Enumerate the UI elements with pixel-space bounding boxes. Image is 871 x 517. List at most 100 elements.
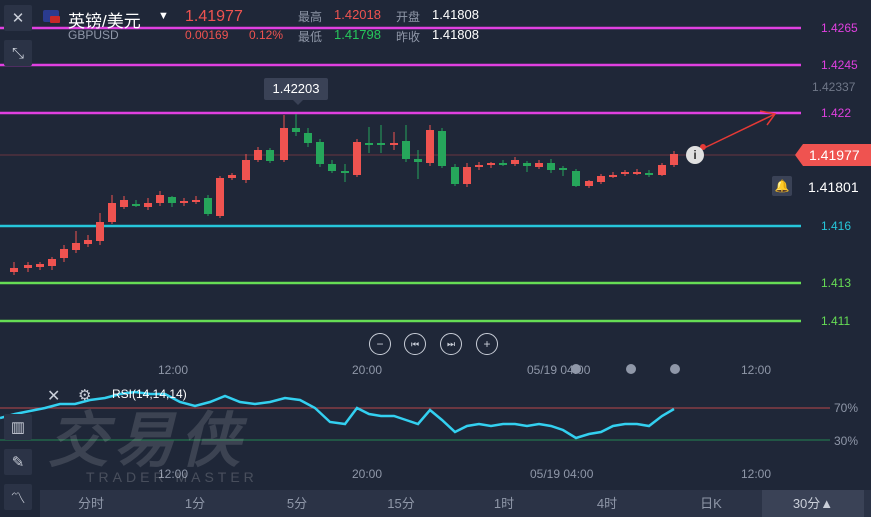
- candle-body: [156, 195, 164, 203]
- candle-body: [120, 200, 128, 207]
- tab-5min[interactable]: 5分: [264, 490, 330, 517]
- candle-body: [572, 171, 580, 186]
- level-tag-2: 1.4245: [801, 56, 871, 74]
- axis-price-label: 1.42337: [812, 80, 856, 94]
- candle-body: [451, 167, 459, 184]
- level-tag-3: 1.422: [801, 104, 871, 122]
- time-tick-2: 20:00: [352, 363, 383, 377]
- close-button[interactable]: ✕: [4, 5, 32, 31]
- pencil-icon: ✎: [11, 454, 25, 471]
- candle-body: [10, 268, 18, 272]
- draw-tool-button[interactable]: ✎: [4, 449, 32, 475]
- collapse-button[interactable]: ⤡: [4, 40, 32, 66]
- high-callout: 1.42203: [264, 78, 328, 100]
- zoom-out-button[interactable]: −: [369, 333, 391, 355]
- candle-body: [72, 243, 80, 250]
- close-icon: ✕: [11, 10, 25, 27]
- candle-body: [365, 143, 373, 145]
- candle-body: [36, 264, 44, 267]
- rsi-time-tick-2: 20:00: [352, 467, 383, 481]
- tab-15min[interactable]: 15分: [368, 490, 434, 517]
- candle-body: [597, 176, 605, 182]
- candle-body: [168, 197, 176, 203]
- candle-body: [341, 171, 349, 173]
- alert-bell-button[interactable]: 🔔: [772, 176, 792, 196]
- info-icon[interactable]: i: [686, 146, 704, 164]
- candle-body: [108, 203, 116, 222]
- rsi-time-tick-4: 12:00: [741, 467, 772, 481]
- bell-icon: 🔔: [774, 179, 790, 193]
- candles: [10, 114, 678, 275]
- scroll-end-button[interactable]: ⏭: [440, 333, 462, 355]
- collapse-icon: ⤡: [11, 44, 24, 62]
- candle-body: [254, 150, 262, 160]
- tab-daily[interactable]: 日K: [678, 490, 744, 517]
- prev-close-value: 1.41808: [432, 27, 479, 42]
- candle-body: [180, 201, 188, 203]
- candle-body: [390, 143, 398, 145]
- tab-1hour[interactable]: 1时: [471, 490, 537, 517]
- current-price-tag-text: 1.41977: [809, 147, 860, 163]
- candle-body: [511, 160, 519, 164]
- candle-body: [547, 163, 555, 170]
- candle-body: [24, 265, 32, 268]
- level-tag-4: 1.416: [801, 217, 871, 235]
- candle-body: [535, 163, 543, 167]
- indicator-icon: 〽: [10, 489, 26, 507]
- candle-body: [645, 173, 653, 175]
- candle-body: [475, 165, 483, 167]
- pair-dropdown-icon[interactable]: ▼: [158, 10, 169, 22]
- candle-type-button[interactable]: ▥: [4, 414, 32, 440]
- level-tag-1: 1.4265: [801, 19, 871, 37]
- candle-body: [132, 204, 140, 206]
- candle-body: [585, 181, 593, 186]
- candle-body: [377, 143, 385, 145]
- high-label: 最高: [298, 10, 323, 24]
- skip-back-icon: ⏮: [410, 338, 420, 349]
- candle-body: [633, 172, 641, 174]
- candles-icon: ▥: [10, 419, 26, 436]
- time-tick-4: 12:00: [741, 363, 772, 377]
- candle-body: [280, 128, 288, 160]
- zoom-in-button[interactable]: +: [476, 333, 498, 355]
- candle-body: [292, 128, 300, 132]
- candle-body: [609, 175, 617, 177]
- candle-body: [414, 159, 422, 162]
- skip-forward-icon: ⏭: [446, 338, 456, 349]
- tab-timeshare[interactable]: 分时: [58, 490, 124, 517]
- high-value: 1.42018: [334, 7, 381, 22]
- price-change-pct: 0.12%: [249, 28, 284, 42]
- tab-30min[interactable]: 30分▲: [762, 490, 864, 517]
- rsi-upper-label: 70%: [834, 401, 859, 415]
- candle-body: [228, 175, 236, 178]
- watermark-subtitle: TRADER MASTER: [86, 469, 258, 485]
- scroll-dot-1[interactable]: [571, 364, 581, 374]
- tab-1min[interactable]: 1分: [162, 490, 228, 517]
- candle-body: [621, 172, 629, 174]
- candle-body: [487, 163, 495, 165]
- us-flag-icon: [50, 16, 60, 23]
- candle-body: [402, 141, 410, 159]
- low-label: 最低: [298, 30, 323, 44]
- prev-close-label: 昨收: [396, 30, 421, 44]
- scroll-start-button[interactable]: ⏮: [404, 333, 426, 355]
- open-label: 开盘: [396, 10, 421, 24]
- scroll-dot-3[interactable]: [670, 364, 680, 374]
- candle-body: [658, 165, 666, 175]
- level-tag-5: 1.413: [801, 274, 871, 292]
- candle-body: [96, 222, 104, 241]
- candle-body: [84, 240, 92, 244]
- rsi-lower-label: 30%: [834, 434, 859, 448]
- candle-body: [499, 163, 507, 165]
- alert-price: 1.41801: [808, 179, 859, 195]
- low-value: 1.41798: [334, 27, 381, 42]
- scroll-dot-2[interactable]: [626, 364, 636, 374]
- candle-body: [353, 142, 361, 175]
- candle-body: [670, 154, 678, 165]
- candle-body: [438, 131, 446, 166]
- candle-body: [328, 164, 336, 171]
- candle-body: [48, 259, 56, 266]
- trend-arrow[interactable]: [699, 113, 776, 151]
- indicator-button[interactable]: 〽: [4, 484, 32, 510]
- tab-4hour[interactable]: 4时: [574, 490, 640, 517]
